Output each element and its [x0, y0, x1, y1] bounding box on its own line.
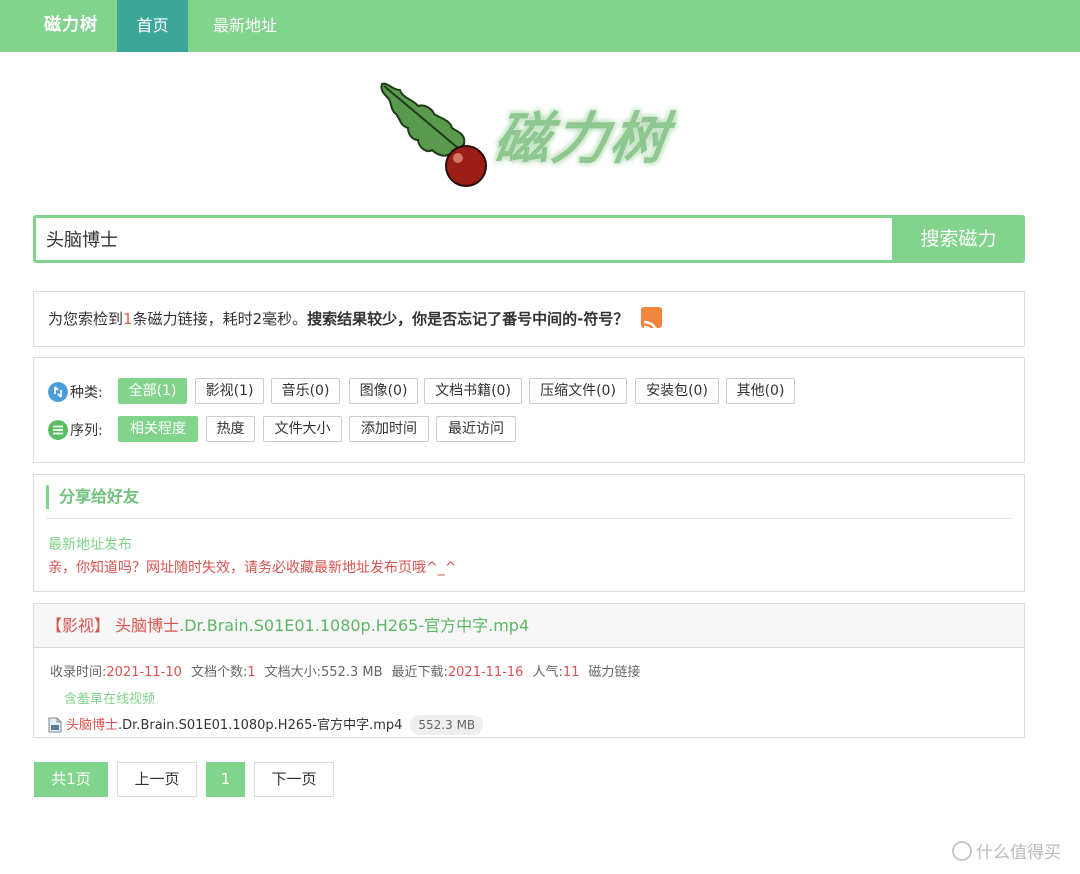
search-button[interactable]: 搜索磁力 [892, 215, 1025, 263]
watermark-logo-icon [952, 841, 972, 861]
sort-chip-recent-visit[interactable]: 最近访问 [436, 416, 516, 442]
type-chip-installers[interactable]: 安装包(0) [635, 378, 719, 404]
watermark-text: 什么值得买 [976, 843, 1061, 863]
result-category: 【影视】 [46, 616, 111, 635]
tab-home[interactable]: 首页 [117, 0, 188, 52]
sort-label: 序列: [70, 423, 103, 439]
file-count-label: 文档个数: [190, 665, 248, 680]
type-chip-music[interactable]: 音乐(0) [271, 378, 340, 404]
size-label: 文档大小: [264, 665, 322, 680]
result-keyword[interactable]: 头脑博士 [115, 616, 179, 635]
result-title[interactable]: 【影视】 头脑博士.Dr.Brain.S01E01.1080p.H265-官方中… [34, 604, 1024, 648]
type-label: 种类: [70, 385, 103, 401]
page-total: 共1页 [34, 762, 108, 797]
type-chip-documents[interactable]: 文档书籍(0) [424, 378, 522, 404]
list-icon [48, 420, 68, 440]
filter-panel: 种类: 全部(1) 影视(1) 音乐(0) 图像(0) 文档书籍(0) 压缩文件… [33, 357, 1025, 463]
share-divider [46, 518, 1012, 519]
type-chip-image[interactable]: 图像(0) [349, 378, 418, 404]
sort-chip-popularity[interactable]: 热度 [206, 416, 255, 442]
file-name: .Dr.Brain.S01E01.1080p.H265-官方中字.mp4 [118, 718, 403, 733]
result-title-rest[interactable]: .Dr.Brain.S01E01.1080p.H265-官方中字.mp4 [179, 616, 529, 635]
result-summary: 为您索检到1条磁力链接，耗时2毫秒。搜索结果较少，你是否忘记了番号中间的-符号？ [33, 291, 1025, 347]
top-nav: 磁力树 首页 最新地址 [0, 0, 1080, 52]
search-input[interactable] [36, 218, 892, 260]
file-keyword: 头脑博士 [66, 718, 119, 733]
category-icon [48, 382, 68, 402]
added-label: 收录时间: [50, 665, 107, 680]
current-page-button[interactable]: 1 [206, 762, 245, 797]
search-bar: 搜索磁力 [33, 215, 1025, 263]
last-download-label: 最近下载: [391, 665, 448, 680]
magnet-link[interactable]: 磁力链接 [588, 665, 640, 680]
size-value: 552.3 MB [321, 665, 383, 680]
summary-count: 1 [123, 310, 133, 328]
popularity-label: 人气: [532, 665, 563, 680]
result-item: 【影视】 头脑博士.Dr.Brain.S01E01.1080p.H265-官方中… [33, 603, 1025, 738]
rss-icon[interactable] [641, 307, 663, 337]
logo-text: 磁力树 [489, 106, 674, 172]
type-chip-video[interactable]: 影视(1) [195, 378, 264, 404]
summary-tip: 搜索结果较少，你是否忘记了番号中间的-符号？ [307, 310, 629, 328]
file-size-badge: 552.3 MB [410, 715, 484, 735]
file-entry: 头脑博士.Dr.Brain.S01E01.1080p.H265-官方中字.mp4… [48, 714, 484, 735]
type-chip-all[interactable]: 全部(1) [118, 378, 187, 404]
sort-chip-relevance[interactable]: 相关程度 [118, 416, 198, 442]
file-count: 1 [247, 665, 256, 680]
popularity-value: 11 [562, 665, 580, 680]
share-note: 亲，你知道吗？网址随时失效，请务必收藏最新地址发布页哦^_^ [48, 560, 457, 576]
watermark: 什么值得买 [952, 838, 1061, 863]
video-file-icon [48, 717, 62, 732]
tab-latest-address[interactable]: 最新地址 [198, 0, 292, 52]
summary-suffix: 条磁力链接，耗时2毫秒。 [132, 310, 308, 328]
brand-name[interactable]: 磁力树 [44, 0, 98, 52]
latest-address-link[interactable]: 最新地址发布 [48, 534, 132, 554]
prev-page-button[interactable]: 上一页 [117, 762, 197, 797]
online-video-link[interactable]: 含羞草在线视频 [64, 688, 155, 707]
last-download-date: 2021-11-16 [447, 665, 524, 680]
type-chip-other[interactable]: 其他(0) [726, 378, 795, 404]
sort-chip-added-time[interactable]: 添加时间 [349, 416, 429, 442]
summary-prefix: 为您索检到 [48, 310, 124, 328]
share-panel: 分享给好友 最新地址发布 亲，你知道吗？网址随时失效，请务必收藏最新地址发布页哦… [33, 474, 1025, 592]
sort-chip-file-size[interactable]: 文件大小 [263, 416, 342, 442]
result-meta: 收录时间:2021-11-10 文档个数:1 文档大小:552.3 MB 最近下载:2… [50, 661, 640, 680]
next-page-button[interactable]: 下一页 [254, 762, 334, 797]
added-date: 2021-11-10 [106, 665, 182, 680]
share-title: 分享给好友 [46, 485, 139, 509]
type-chip-archives[interactable]: 压缩文件(0) [529, 378, 627, 404]
